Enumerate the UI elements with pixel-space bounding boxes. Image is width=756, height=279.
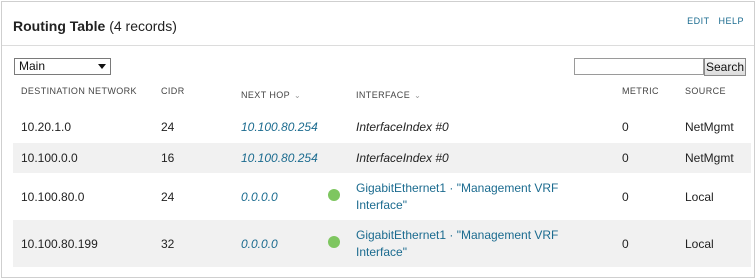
cell-status [328,111,356,143]
routing-table: DESTINATION NETWORK CIDR NEXT HOP ⌄ INTER… [13,81,751,267]
cell-cidr: 24 [161,189,175,204]
cell-next-hop-link[interactable]: 0.0.0.0 [233,220,328,267]
cell-next-hop-link[interactable]: 10.100.80.254 [233,111,328,143]
table-row[interactable]: 10.100.80.199 32 0.0.0.0 GigabitEthernet1 ·… [13,220,751,267]
column-header-destination[interactable]: DESTINATION NETWORK [13,81,153,111]
table-header-row: DESTINATION NETWORK CIDR NEXT HOP ⌄ INTER… [13,81,751,111]
status-up-icon [328,189,340,201]
column-header-next-hop[interactable]: NEXT HOP ⌄ [233,81,328,111]
cell-interface: InterfaceIndex #0 [356,143,614,173]
cell-next-hop-link[interactable]: 10.100.80.254 [233,143,328,173]
page-title: Routing Table (4 records) [13,18,177,34]
cell-status [328,220,356,267]
column-header-spacer [328,81,356,111]
cell-cidr: 16 [161,151,175,165]
cell-metric: 0 [622,151,629,165]
cell-interface: InterfaceIndex #0 [356,111,614,143]
search-input[interactable] [574,58,704,75]
cell-status [328,143,356,173]
cell-source: Local [685,189,714,204]
cell-interface: GigabitEthernet1 · "Management VRF Inter… [356,173,614,220]
column-header-cidr[interactable]: CIDR [153,81,233,111]
interface-link[interactable]: GigabitEthernet1 · "Management VRF Inter… [356,180,581,214]
cell-destination: 10.100.80.199 [21,236,98,251]
column-header-interface[interactable]: INTERFACE ⌄ [356,81,614,111]
cell-interface: GigabitEthernet1 · "Management VRF Inter… [356,220,614,267]
cell-cidr: 24 [161,120,175,134]
edit-link[interactable]: EDIT [687,16,709,26]
interface-text: InterfaceIndex #0 [356,120,449,134]
cell-destination: 10.100.80.0 [21,189,85,204]
vrf-select-value: Main [19,59,46,73]
record-count: (4 records) [109,18,177,34]
cell-source: Local [685,236,714,251]
cell-next-hop-link[interactable]: 0.0.0.0 [233,173,328,220]
cell-destination: 10.100.0.0 [21,151,78,165]
help-link[interactable]: HELP [718,16,744,26]
cell-metric: 0 [622,189,629,204]
column-header-metric[interactable]: METRIC [614,81,677,111]
dropdown-arrow-icon [98,64,106,69]
interface-link[interactable]: GigabitEthernet1 · "Management VRF Inter… [356,227,581,261]
header-links: EDIT HELP [681,16,744,26]
cell-cidr: 32 [161,236,175,251]
toolbar: Main Search [2,46,754,80]
cell-status [328,173,356,220]
table-row[interactable]: 10.20.1.0 24 10.100.80.254 InterfaceIndex #… [13,111,751,143]
interface-text: InterfaceIndex #0 [356,151,449,165]
table-row[interactable]: 10.100.0.0 16 10.100.80.254 InterfaceIndex … [13,143,751,173]
title-text: Routing Table [13,18,106,34]
cell-source: NetMgmt [685,120,734,134]
status-up-icon [328,236,340,248]
column-header-source[interactable]: SOURCE [677,81,751,111]
vrf-select[interactable]: Main [14,58,111,75]
search-button[interactable]: Search [704,58,746,76]
sort-icon: ⌄ [414,91,422,100]
cell-metric: 0 [622,236,629,251]
routing-table-panel: Routing Table (4 records) EDIT HELP Main… [1,1,755,278]
table-row[interactable]: 10.100.80.0 24 0.0.0.0 GigabitEthernet1 · "… [13,173,751,220]
cell-metric: 0 [622,120,629,134]
cell-source: NetMgmt [685,151,734,165]
panel-header: Routing Table (4 records) EDIT HELP [2,2,754,46]
cell-destination: 10.20.1.0 [21,120,72,134]
sort-icon: ⌄ [294,91,302,100]
